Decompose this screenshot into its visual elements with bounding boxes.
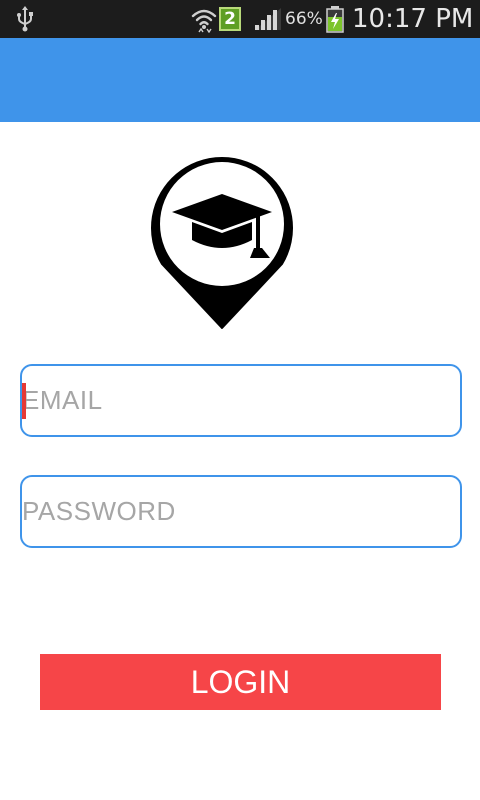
signal-icon [255,8,281,30]
battery-charging-icon [326,6,344,33]
email-field-container [20,364,462,437]
battery-percent: 66% [285,9,323,29]
email-field[interactable] [22,366,460,435]
notification-badge: 2 [219,7,241,31]
text-cursor [22,383,26,419]
wifi-icon [191,9,217,33]
status-bar: 2 66% 10:17 PM [0,0,480,38]
action-bar [0,38,480,122]
password-field-container [20,475,462,548]
status-time: 10:17 PM [352,4,474,34]
password-field[interactable] [22,477,460,546]
login-button[interactable]: LOGIN [40,654,441,710]
location-pin-graduation-cap-icon [151,157,293,329]
usb-icon [17,6,33,32]
